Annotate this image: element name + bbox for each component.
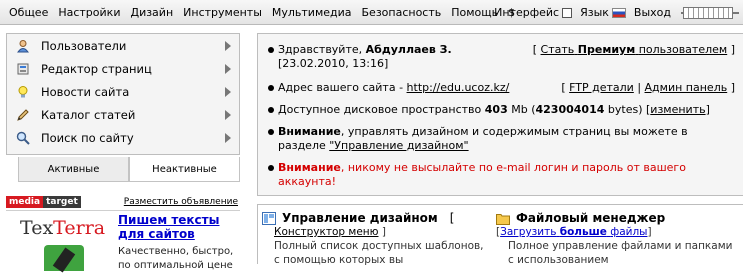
attention-design-row: Внимание, управлять дизайном и содержимы… bbox=[268, 125, 735, 153]
bullet bbox=[268, 165, 274, 171]
texterra-brand: TexTerra bbox=[20, 217, 105, 239]
site-address-row: Адрес вашего сайта - http://edu.ucoz.kz/… bbox=[268, 81, 735, 95]
chevron-right-icon bbox=[225, 87, 231, 97]
sidebar-item-site-search[interactable]: Поиск по сайту bbox=[7, 126, 239, 149]
ad-title-link[interactable]: Пишем тексты для сайтов bbox=[118, 213, 240, 241]
chevron-right-icon bbox=[225, 41, 231, 51]
sidebar-menu: Пользователи Редактор страниц Новости са… bbox=[6, 33, 240, 155]
info-panel: Здравствуйте, Абдуллаев З. [23.02.2010, … bbox=[257, 33, 743, 196]
tab-active[interactable]: Активные bbox=[18, 157, 129, 182]
bullet bbox=[268, 47, 274, 53]
greeting-text: Здравствуйте, bbox=[278, 43, 363, 56]
chevron-right-icon bbox=[225, 64, 231, 74]
bullet bbox=[268, 129, 274, 135]
sidebar-item-label: Новости сайта bbox=[41, 84, 130, 99]
texterra-brand-part1: Tex bbox=[20, 217, 54, 239]
layout-icon bbox=[262, 211, 276, 225]
ad-header: media target Разместить объявление bbox=[6, 195, 240, 209]
design-section-title[interactable]: Управление дизайном bbox=[282, 211, 438, 225]
chevron-right-icon bbox=[225, 133, 231, 143]
tab-inactive[interactable]: Неактивные bbox=[129, 157, 240, 182]
logout-link[interactable]: Выход bbox=[630, 6, 675, 19]
login-date: [23.02.2010, 13:16] bbox=[278, 57, 389, 70]
chevron-right-icon bbox=[225, 110, 231, 120]
sidebar-item-label: Каталог статей bbox=[41, 107, 136, 122]
disk-unit: Mb ( bbox=[511, 103, 536, 116]
change-disk-link[interactable]: изменить bbox=[650, 103, 705, 116]
russian-flag-icon[interactable] bbox=[611, 7, 626, 18]
media-target-logo[interactable]: media target bbox=[6, 196, 81, 208]
upload-more-files-link[interactable]: Загрузить больше файлы bbox=[500, 226, 647, 238]
disk-mb: 403 bbox=[484, 103, 508, 116]
slider-thumb[interactable] bbox=[683, 6, 733, 19]
language-label: Язык bbox=[580, 6, 609, 19]
menu-tools[interactable]: Инструменты bbox=[178, 6, 267, 19]
interface-toggle[interactable]: Интерфейс bbox=[490, 6, 576, 19]
design-section-desc: Полный список доступных шаблонов, с помо… bbox=[274, 240, 484, 266]
admin-panel-link[interactable]: Админ панель bbox=[645, 81, 728, 94]
menu-constructor-link[interactable]: Конструктор меню bbox=[274, 226, 378, 238]
menu-multimedia[interactable]: Мультимедиа bbox=[267, 6, 357, 19]
language-selector[interactable]: Язык bbox=[576, 6, 630, 19]
username: Абдуллаев З. bbox=[365, 43, 452, 56]
design-management-link[interactable]: "Управление дизайном" bbox=[329, 139, 468, 152]
ad-description: Качественно, быстро, по оптимальной цене bbox=[118, 246, 234, 271]
sidebar-item-label: Поиск по сайту bbox=[41, 130, 134, 145]
page-editor-icon bbox=[15, 61, 31, 77]
texterra-logo[interactable]: TexTerra bbox=[16, 217, 106, 273]
top-right-controls: Интерфейс Язык Выход bbox=[490, 0, 739, 25]
files-section-desc: Полное управление файлами и папками с ис… bbox=[508, 240, 733, 266]
premium-link-wrap: [ Стать Премиум пользователем ] bbox=[532, 43, 735, 56]
disk-label: Доступное дисковое пространство bbox=[278, 103, 482, 116]
media-target-logo-part2: target bbox=[43, 196, 81, 208]
bullet bbox=[268, 107, 274, 113]
ftp-admin-links: [ FTP детали | Админ панель ] bbox=[561, 81, 735, 94]
width-slider[interactable] bbox=[681, 6, 739, 20]
greeting-row: Здравствуйте, Абдуллаев З. [23.02.2010, … bbox=[268, 43, 735, 71]
ftp-details-link[interactable]: FTP детали bbox=[569, 81, 634, 94]
search-icon bbox=[15, 130, 31, 146]
pencil-icon bbox=[44, 245, 84, 273]
site-url-link[interactable]: http://edu.ucoz.kz/ bbox=[407, 81, 510, 94]
interface-label: Интерфейс bbox=[494, 6, 560, 19]
disk-space-row: Доступное дисковое пространство 403 Mb (… bbox=[268, 103, 735, 117]
place-ad-link[interactable]: Разместить объявление bbox=[124, 197, 238, 207]
bullet bbox=[268, 85, 274, 91]
menu-design[interactable]: Дизайн bbox=[125, 6, 178, 19]
menu-security[interactable]: Безопасность bbox=[357, 6, 447, 19]
sidebar-item-users[interactable]: Пользователи bbox=[7, 34, 239, 57]
interface-checkbox[interactable] bbox=[562, 7, 573, 18]
sidebar-item-label: Пользователи bbox=[41, 38, 127, 53]
files-section-title[interactable]: Файловый менеджер bbox=[516, 211, 665, 225]
disk-bytes-unit: bytes) bbox=[607, 103, 643, 116]
sidebar-item-label: Редактор страниц bbox=[41, 61, 152, 76]
attention-label: Внимание bbox=[278, 125, 341, 138]
menu-settings[interactable]: Настройки bbox=[53, 6, 125, 19]
sidebar-item-page-editor[interactable]: Редактор страниц bbox=[7, 57, 239, 80]
main-menu: Общее Настройки Дизайн Инструменты Мульт… bbox=[0, 0, 520, 24]
lightbulb-icon bbox=[15, 84, 31, 100]
folder-icon bbox=[496, 212, 510, 225]
user-tabs: Активные Неактивные bbox=[18, 157, 240, 182]
sidebar-item-article-catalog[interactable]: Каталог статей bbox=[7, 103, 239, 126]
pen-icon bbox=[15, 107, 31, 123]
user-icon bbox=[15, 38, 31, 54]
attention-label: Внимание bbox=[278, 161, 341, 174]
ad-box: TexTerra Пишем тексты для сайтов Качеств… bbox=[6, 210, 240, 273]
attention-password-row: Внимание, никому не высылайте по e-mail … bbox=[268, 161, 735, 189]
menu-general[interactable]: Общее bbox=[4, 6, 53, 19]
premium-link[interactable]: Стать Премиум пользователем bbox=[541, 43, 728, 56]
texterra-brand-part2: Terra bbox=[53, 217, 106, 239]
site-address-label: Адрес вашего сайта - bbox=[278, 81, 404, 94]
files-section: Файловый менеджер [Загрузить больше файл… bbox=[496, 211, 740, 267]
disk-bytes: 423004014 bbox=[535, 103, 605, 116]
design-section: Управление дизайном [ Конструктор меню ]… bbox=[262, 211, 490, 267]
top-menu-bar: Общее Настройки Дизайн Инструменты Мульт… bbox=[0, 0, 743, 25]
sections-panel: Управление дизайном [ Конструктор меню ]… bbox=[257, 204, 743, 267]
media-target-logo-part1: media bbox=[6, 196, 44, 208]
sidebar-item-site-news[interactable]: Новости сайта bbox=[7, 80, 239, 103]
